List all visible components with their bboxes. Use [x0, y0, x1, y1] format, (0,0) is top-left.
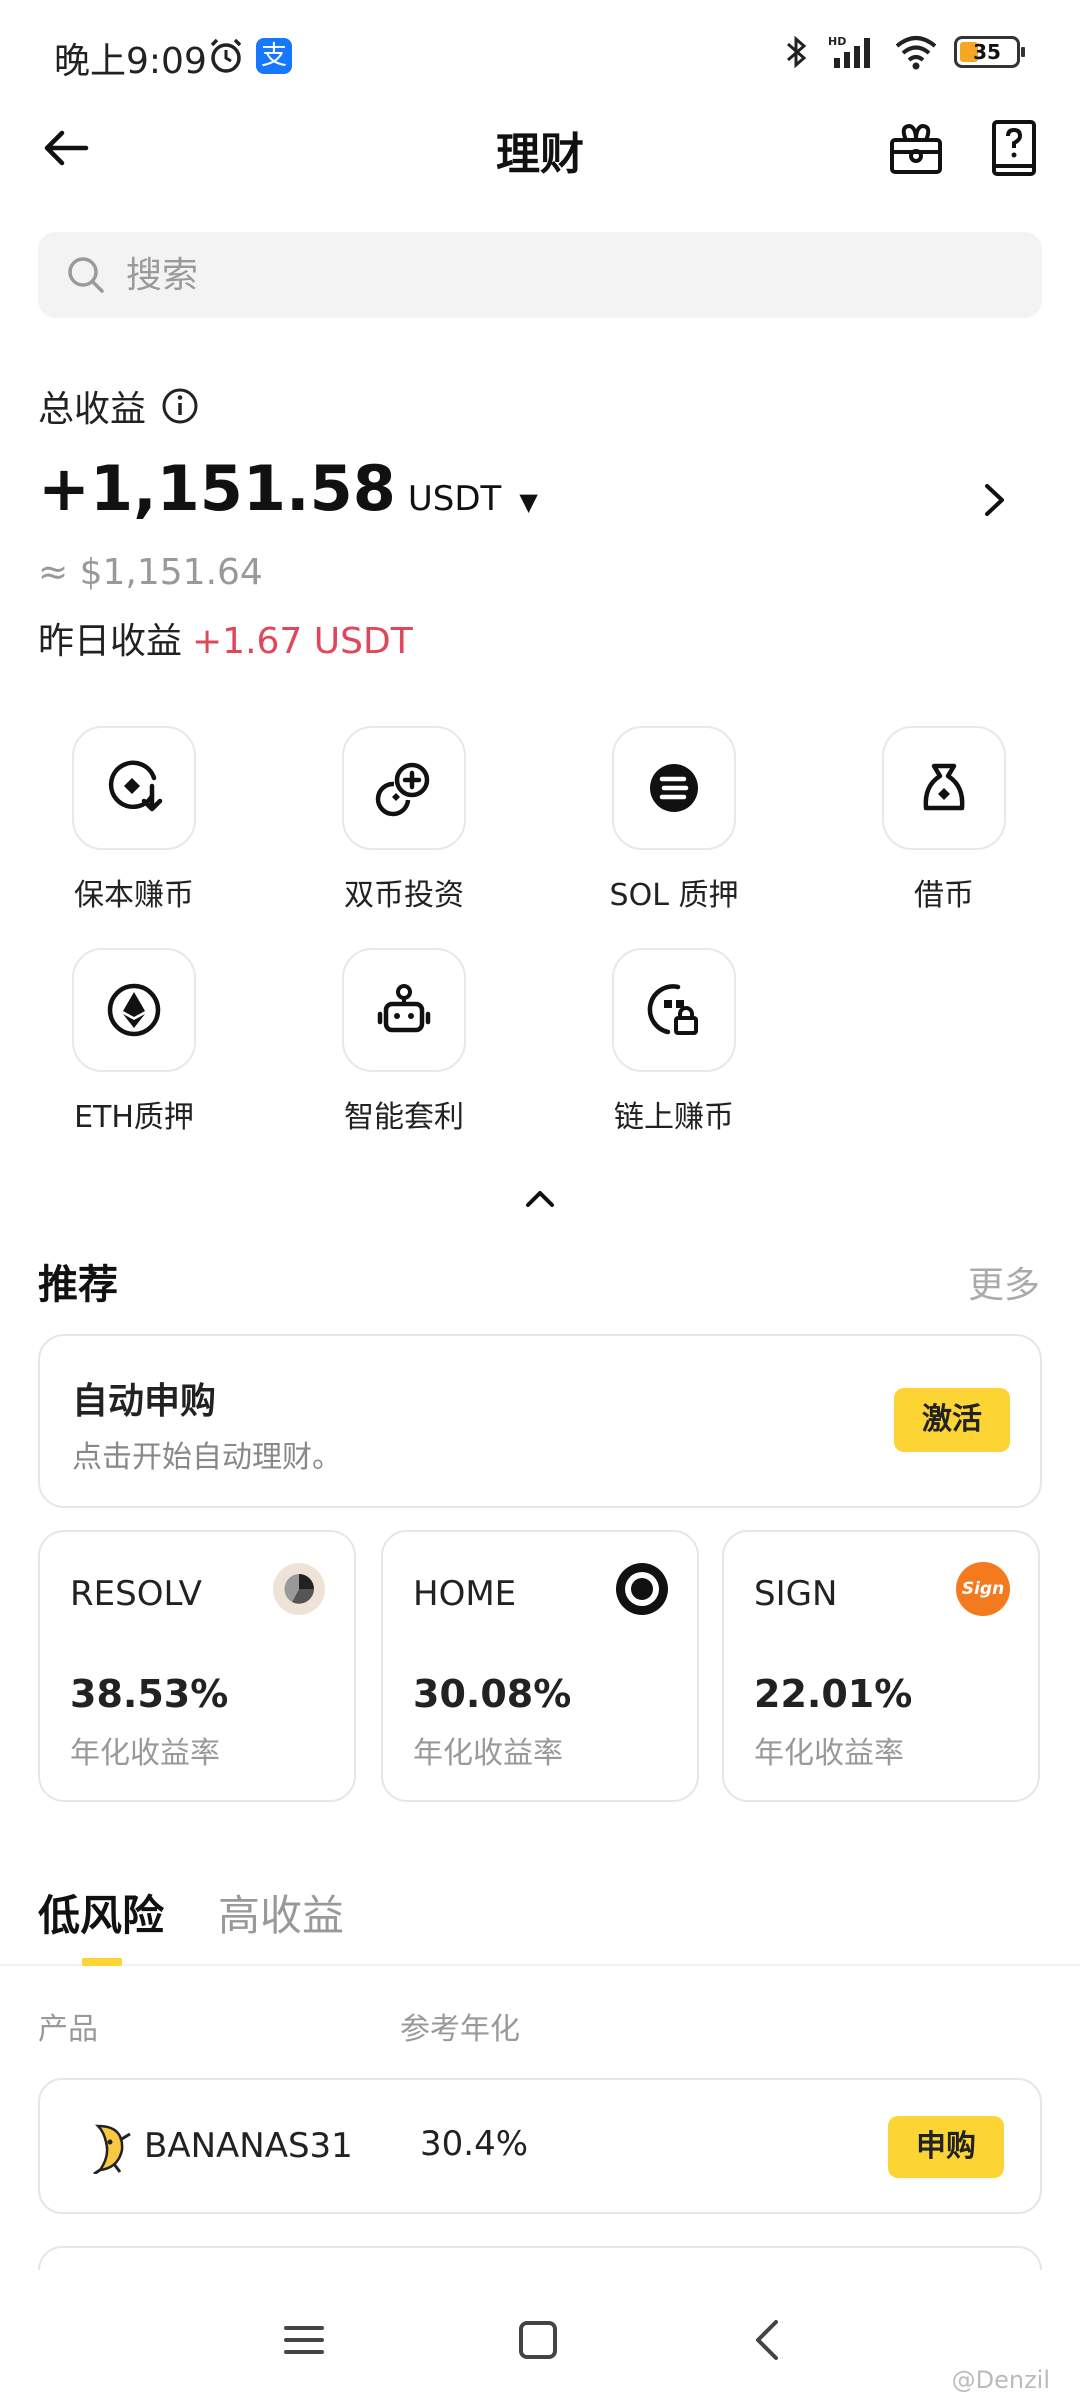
grid-item-sol-staking[interactable]: SOL 质押: [574, 726, 774, 914]
total-label-text: 总收益: [38, 389, 147, 430]
grid-item-loan[interactable]: 借币: [844, 726, 1044, 914]
tab-low-risk[interactable]: 低风险: [38, 1882, 164, 1943]
coin-apy: 22.01%: [754, 1672, 913, 1716]
search-bar[interactable]: [38, 232, 1042, 318]
svg-text:HD: HD: [828, 35, 846, 48]
yesterday-value: +1.67 USDT: [192, 621, 413, 662]
coin-card-resolv[interactable]: RESOLV 38.53% 年化收益率: [38, 1530, 356, 1802]
wifi-icon: [895, 36, 937, 70]
activate-button[interactable]: 激活: [894, 1388, 1010, 1452]
chevron-right-icon[interactable]: [972, 478, 1016, 522]
coin-apy-label: 年化收益率: [70, 1736, 220, 1771]
loan-bag-icon: [923, 763, 965, 811]
bluetooth-icon: [787, 35, 807, 69]
auto-subscribe-title: 自动申购: [72, 1381, 217, 1422]
coin-card-home[interactable]: HOME 30.08% 年化收益率: [381, 1530, 699, 1802]
column-header-apy: 参考年化: [400, 2012, 520, 2047]
grid-label: 链上赚币: [614, 1100, 734, 1135]
grid-label: 保本赚币: [74, 878, 194, 913]
help-book-icon[interactable]: [986, 118, 1042, 178]
caret-down-icon[interactable]: ▼: [519, 488, 537, 516]
product-name: BANANAS31: [144, 2126, 353, 2166]
product-apy: 30.4%: [420, 2124, 529, 2164]
resolv-logo-icon: [273, 1563, 325, 1615]
home-square-icon[interactable]: [508, 2310, 568, 2370]
nav-back-icon[interactable]: [740, 2310, 800, 2370]
coin-apy: 38.53%: [70, 1672, 229, 1716]
usd-value: ≈ $1,151.64: [38, 552, 263, 593]
alarm-icon: [210, 38, 242, 73]
grid-item-principal-protected[interactable]: 保本赚币: [34, 726, 234, 914]
currency-unit[interactable]: USDT: [408, 479, 501, 519]
coin-down-icon: [108, 760, 163, 812]
grid-item-smart-arbitrage[interactable]: 智能套利: [304, 948, 504, 1136]
grid-label: 双币投资: [344, 878, 464, 913]
coin-apy-label: 年化收益率: [754, 1736, 904, 1771]
sol-icon: [650, 764, 698, 812]
robot-icon: [377, 984, 431, 1033]
auto-subscribe-subtitle: 点击开始自动理财。: [72, 1440, 342, 1475]
battery-icon: 35: [954, 36, 1025, 68]
eth-icon: [107, 983, 161, 1037]
grid-label: 智能套利: [344, 1100, 464, 1135]
subscribe-button[interactable]: 申购: [888, 2116, 1004, 2178]
total-earnings-value: +1,151.58: [38, 452, 396, 525]
banana-logo-icon: [93, 2124, 131, 2174]
recommend-title: 推荐: [38, 1262, 118, 1308]
grid-label: SOL 质押: [609, 878, 739, 913]
yesterday-label: 昨日收益: [38, 621, 183, 662]
coin-name: HOME: [413, 1574, 517, 1614]
grid-item-dual-investment[interactable]: 双币投资: [304, 726, 504, 914]
grid-item-onchain-earn[interactable]: 链上赚币: [574, 948, 774, 1136]
coin-card-sign[interactable]: SIGN Sign 22.01% 年化收益率: [722, 1530, 1040, 1802]
column-header-product: 产品: [38, 2012, 98, 2047]
coin-name: SIGN: [754, 1574, 838, 1614]
tab-active-indicator: [82, 1958, 122, 1966]
sign-logo-icon: Sign: [956, 1562, 1010, 1616]
search-input[interactable]: [126, 254, 926, 296]
coin-apy-label: 年化收益率: [413, 1736, 563, 1771]
coin-apy: 30.08%: [413, 1672, 572, 1716]
gift-icon[interactable]: [886, 118, 946, 178]
onchain-icon: [647, 984, 698, 1035]
signal-icon: HD: [828, 35, 870, 68]
grid-item-eth-staking[interactable]: ETH质押: [34, 948, 234, 1136]
yesterday-earnings: 昨日收益 +1.67 USDT: [38, 612, 413, 664]
info-icon[interactable]: [160, 386, 200, 426]
more-link[interactable]: 更多: [968, 1256, 1040, 1308]
coin-name: RESOLV: [70, 1574, 202, 1614]
status-right: HD 35: [782, 34, 1025, 70]
grid-label: ETH质押: [74, 1100, 194, 1135]
watermark: @Denzil: [951, 2366, 1050, 2394]
total-earnings[interactable]: +1,151.58 USDT ▼: [38, 452, 538, 525]
tab-divider: [0, 1964, 1080, 1966]
dual-coin-icon: [375, 762, 430, 817]
auto-subscribe-card[interactable]: 自动申购 点击开始自动理财。 激活: [38, 1334, 1042, 1508]
search-icon: [68, 257, 104, 293]
menu-icon[interactable]: [274, 2310, 334, 2370]
home-logo-icon: [616, 1563, 668, 1615]
table-row[interactable]: BANANAS31 30.4% 申购: [38, 2078, 1042, 2214]
tab-high-yield[interactable]: 高收益: [218, 1882, 344, 1943]
status-time: 晚上9:09: [54, 41, 207, 82]
alipay-icon: 支: [256, 38, 292, 74]
total-earnings-label: 总收益: [38, 380, 200, 432]
grid-label: 借币: [914, 878, 974, 913]
chevron-up-icon[interactable]: [520, 1178, 560, 1218]
